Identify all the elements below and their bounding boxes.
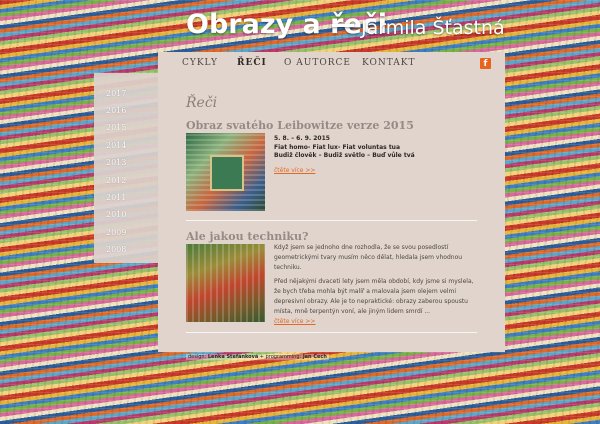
footer-designer-link[interactable]: Lenka Stefánková (208, 354, 258, 360)
main-navigation: CYKLY ŘEČI O AUTORCE KONTAKT (158, 52, 505, 75)
sidebar-year-2015[interactable]: 2015 (106, 123, 126, 132)
sidebar-year-2011[interactable]: 2011 (106, 193, 126, 202)
article-paragraph: Když jsem se jednoho dne rozhodla, že se… (274, 244, 463, 271)
read-more-link[interactable]: čtěte více >> (274, 167, 315, 174)
sidebar-year-2016[interactable]: 2016 (106, 106, 126, 115)
sidebar-year-2009[interactable]: 2009 (106, 228, 126, 237)
footer-coding-label: + programming: (259, 354, 302, 360)
footer-design-label: design: (188, 354, 207, 360)
article-divider (186, 332, 477, 333)
nav-reci[interactable]: ŘEČI (237, 58, 267, 68)
nav-cykly[interactable]: CYKLY (182, 58, 218, 68)
sidebar-year-2013[interactable]: 2013 (106, 158, 126, 167)
sidebar-year-2010[interactable]: 2010 (106, 210, 126, 219)
read-more-link[interactable]: čtěte více >> (274, 318, 315, 325)
sidebar-year-2017[interactable]: 2017 (106, 89, 126, 98)
article-thumbnail[interactable] (186, 133, 265, 211)
article-title[interactable]: Obraz svatého Leibowitze verze 2015 (186, 119, 414, 132)
article-paragraph: Před nějakými dvaceti lety jsem měla obd… (274, 278, 474, 315)
sidebar-year-2008[interactable]: 2008 (106, 245, 126, 254)
article-date: 5. 8. – 6. 9. 2015 (274, 135, 330, 142)
article-thumbnail[interactable] (186, 244, 265, 322)
site-header: Obrazy a řeči Jarmila Šťastná (0, 0, 600, 52)
facebook-icon[interactable]: f (480, 58, 491, 69)
author-name: Jarmila Šťastná (361, 17, 505, 39)
nav-o-autorce[interactable]: O AUTORCE (284, 58, 351, 68)
page-title: Řeči (186, 95, 218, 111)
article-divider (186, 220, 477, 221)
nav-kontakt[interactable]: KONTAKT (362, 58, 415, 68)
site-footer: design: Lenka Stefánková + programming: … (186, 354, 329, 360)
title-separator (332, 24, 354, 27)
article-title[interactable]: Ale jakou techniku? (186, 230, 308, 243)
sidebar-year-2014[interactable]: 2014 (106, 141, 126, 150)
site-title[interactable]: Obrazy a řeči (186, 9, 387, 40)
footer-coder-link[interactable]: Jan Cech (303, 354, 327, 360)
article-line: Budiž člověk – Budiž světlo – Buď vůle t… (274, 152, 415, 159)
sidebar-year-2012[interactable]: 2012 (106, 176, 126, 185)
